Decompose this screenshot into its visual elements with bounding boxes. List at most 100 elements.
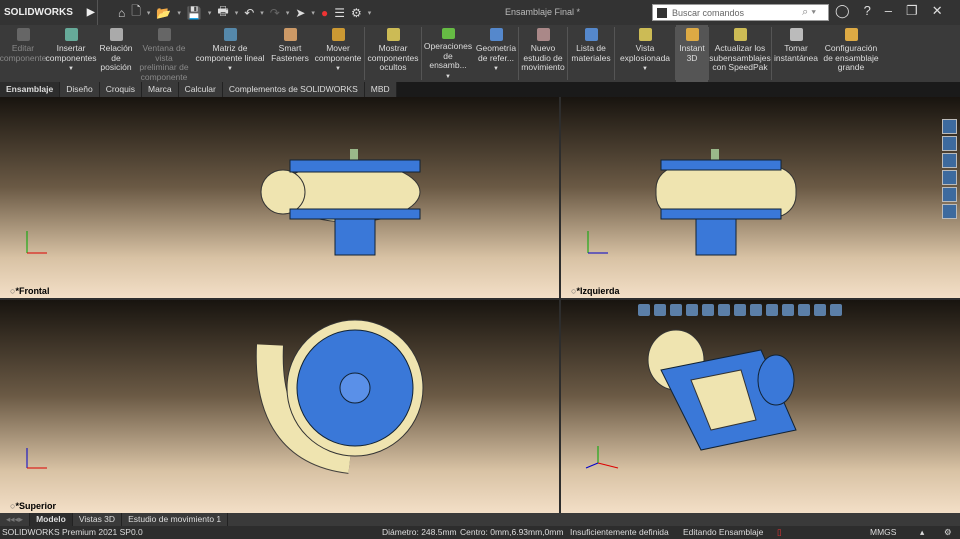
chevron-down-icon[interactable]: ▾ xyxy=(208,9,212,17)
ribbon-button-5[interactable]: Smart Fasteners xyxy=(268,25,312,82)
rebuild-status-icon[interactable]: ▯ xyxy=(777,526,782,539)
chevron-up-icon[interactable]: ▴ xyxy=(920,526,924,539)
status-bar: SOLIDWORKS Premium 2021 SP0.0 Diámetro: … xyxy=(0,526,960,539)
ribbon-button-9[interactable]: Geometría de refer... ▼ xyxy=(474,25,518,82)
fan-model-isometric xyxy=(647,329,797,451)
ribbon-button-16[interactable]: Configuración de ensamblaje grande xyxy=(820,25,882,82)
task-pane-tabs[interactable] xyxy=(942,119,959,219)
close-button[interactable]: ✕ xyxy=(932,3,943,19)
bottom-tab-2[interactable]: Estudio de movimiento 1 xyxy=(122,513,229,526)
command-icon xyxy=(638,28,652,41)
chevron-down-icon[interactable]: ▼ xyxy=(68,65,74,75)
tab-1[interactable]: Diseño xyxy=(60,82,100,97)
ribbon-button-7[interactable]: Mostrar componentes ocultos xyxy=(365,25,421,82)
command-icon xyxy=(331,28,345,41)
chevron-down-icon[interactable]: ▾ xyxy=(235,9,239,17)
bottom-tab-1[interactable]: Vistas 3D xyxy=(73,513,123,526)
file-properties-icon[interactable]: ☰ xyxy=(334,6,345,20)
chevron-down-icon[interactable]: ▾ xyxy=(177,9,181,17)
undo-icon[interactable]: ↶ xyxy=(244,6,254,20)
ribbon-button-10[interactable]: Nuevo estudio de movimiento xyxy=(519,25,567,82)
fan-model-front xyxy=(260,149,421,256)
ribbon-button-label: Matriz de componente lineal xyxy=(195,43,265,63)
ribbon-button-0[interactable]: Editar componente xyxy=(0,25,46,82)
print-icon[interactable]: 🖶 xyxy=(217,2,228,23)
tab-2[interactable]: Croquis xyxy=(99,82,143,97)
bottom-tab-0[interactable]: Modelo xyxy=(30,513,73,526)
ribbon-button-3[interactable]: Ventana de vista preliminar de component… xyxy=(136,25,192,82)
home-icon[interactable]: ⌂ xyxy=(118,6,125,20)
quick-access-toolbar: ⌂ 🗋 ▾ 📂 ▾ 💾 ▾ 🖶 ▾ ↶ ▾ ↷ ▾ ➤ ▾ ● ☰ ⚙ ▾ xyxy=(98,2,371,23)
viewport-label: *Izquierda xyxy=(571,286,619,296)
logo-text: SOLIDWORKS xyxy=(4,7,73,18)
ribbon-button-1[interactable]: Insertar componentes ▼ xyxy=(45,25,97,82)
chevron-down-icon[interactable]: ▾ xyxy=(311,9,315,17)
open-icon[interactable]: 📂 xyxy=(156,6,171,20)
ribbon-button-label: Mover componente xyxy=(314,43,362,63)
view-palette-icon xyxy=(942,170,957,185)
command-icon xyxy=(685,28,699,41)
ribbon-button-15[interactable]: Tomar instantánea xyxy=(772,25,820,82)
custom-properties-icon xyxy=(942,204,957,219)
restore-button[interactable]: ❐ xyxy=(906,3,918,19)
center-readout: Centro: 0mm,6.93mm,0mm xyxy=(460,527,564,537)
ribbon-button-2[interactable]: Relación de posición xyxy=(96,25,136,82)
minimize-button[interactable]: – xyxy=(885,3,892,19)
search-commands-input[interactable]: Buscar comandos ⌕ ▾ xyxy=(652,4,829,21)
chevron-down-icon[interactable]: ▾ xyxy=(147,9,151,17)
save-icon[interactable]: 💾 xyxy=(187,6,202,20)
viewport-front[interactable]: *Frontal xyxy=(0,97,559,298)
ribbon-button-8[interactable]: Operaciones de ensamb... ▼ xyxy=(422,25,474,82)
viewport-label: *Frontal xyxy=(10,286,49,296)
ribbon-button-label: Ventana de vista preliminar de component… xyxy=(139,43,189,82)
select-cursor-icon[interactable]: ➤ xyxy=(295,6,305,20)
viewport-label: *Superior xyxy=(10,501,56,511)
ribbon-button-14[interactable]: Actualizar los subensamblajes con SpeedP… xyxy=(709,25,771,82)
expand-menu-icon[interactable]: ▶ xyxy=(87,7,95,18)
ribbon-button-12[interactable]: Vista explosionada ▼ xyxy=(615,25,675,82)
new-document-icon[interactable]: 🗋 xyxy=(131,2,141,23)
command-icon xyxy=(489,28,503,41)
chevron-down-icon[interactable]: ▼ xyxy=(335,65,341,75)
chevron-down-icon[interactable]: ▾ xyxy=(368,9,372,17)
tab-0[interactable]: Ensamblaje xyxy=(0,82,61,97)
tab-4[interactable]: Calcular xyxy=(178,82,223,97)
bottom-tabs: ◂◂◂▸ Modelo Vistas 3D Estudio de movimiento… xyxy=(0,513,960,526)
ribbon-button-4[interactable]: Matriz de componente lineal ▼ xyxy=(192,25,268,82)
viewport-isometric[interactable] xyxy=(561,300,960,513)
command-icon xyxy=(64,28,78,41)
fan-model-left xyxy=(655,149,797,256)
chevron-down-icon[interactable]: ▼ xyxy=(642,65,648,75)
chevron-down-icon[interactable]: ▼ xyxy=(445,73,451,83)
solidworks-logo[interactable]: SOLIDWORKS ▶ xyxy=(0,0,98,25)
heads-up-view-toolbar[interactable] xyxy=(638,304,842,316)
command-icon xyxy=(157,28,171,41)
command-icon xyxy=(223,28,237,41)
search-icon[interactable]: ⌕ ▾ xyxy=(802,6,816,19)
ribbon-button-13[interactable]: Instant 3D xyxy=(676,25,708,82)
ribbon-button-6[interactable]: Mover componente ▼ xyxy=(312,25,364,82)
command-icon xyxy=(386,28,400,41)
tab-3[interactable]: Marca xyxy=(142,82,179,97)
tab-6[interactable]: MBD xyxy=(364,82,397,97)
rebuild-icon[interactable]: ● xyxy=(321,6,328,20)
tab-scroll-arrows[interactable]: ◂◂◂▸ xyxy=(0,513,31,526)
chevron-down-icon[interactable]: ▼ xyxy=(227,65,233,75)
viewport-top[interactable]: *Superior xyxy=(0,300,559,513)
chevron-down-icon[interactable]: ▼ xyxy=(493,65,499,75)
chevron-down-icon[interactable]: ▾ xyxy=(260,9,264,17)
redo-icon[interactable]: ↷ xyxy=(270,6,280,20)
command-icon xyxy=(733,28,747,41)
viewport-left[interactable]: *Izquierda ◧ ◨ – ❐ ✕ xyxy=(561,97,960,298)
units-selector[interactable]: MMGS xyxy=(870,526,896,539)
viewport-controls[interactable]: ◧ ◨ – ❐ ✕ xyxy=(901,97,954,98)
user-icon[interactable]: ◯ xyxy=(835,3,850,19)
help-icon[interactable]: ? xyxy=(864,3,871,19)
chevron-down-icon[interactable]: ▾ xyxy=(286,9,290,17)
tab-5[interactable]: Complementos de SOLIDWORKS xyxy=(222,82,365,97)
ribbon-button-label: Editar componente xyxy=(0,43,47,63)
options-gear-icon[interactable]: ⚙ xyxy=(351,6,362,20)
ribbon-button-11[interactable]: Lista de materiales xyxy=(568,25,614,82)
customize-icon[interactable]: ⚙ xyxy=(944,526,952,539)
ribbon-button-label: Geometría de refer... xyxy=(475,43,517,63)
